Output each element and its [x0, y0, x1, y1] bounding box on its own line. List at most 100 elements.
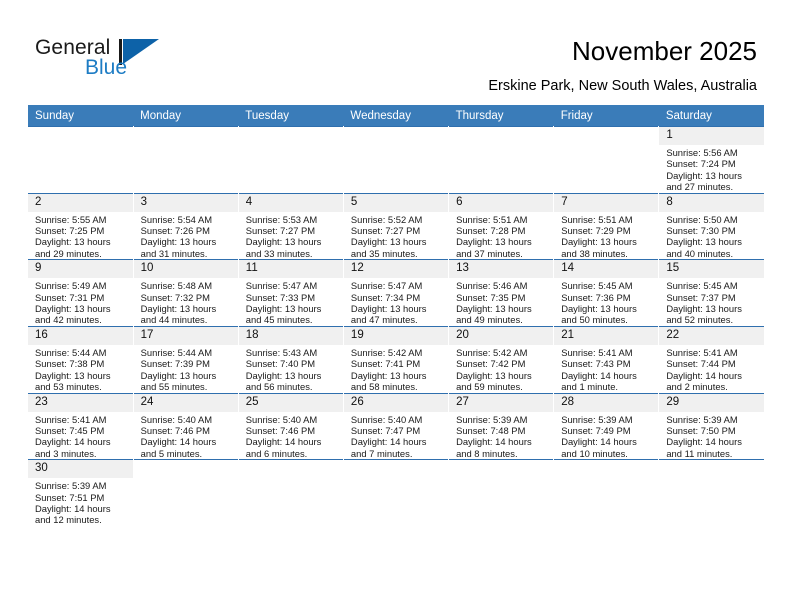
- calendar-day-cell[interactable]: 28 Sunrise: 5:39 AM Sunset: 7:49 PM Dayligh…: [553, 392, 660, 460]
- day-daylight-line1: Daylight: 13 hours: [350, 303, 427, 315]
- day-sun-info: Sunrise: 5:45 AM Sunset: 7:37 PM Daylight:…: [659, 278, 764, 326]
- calendar-day-cell-empty: [448, 126, 555, 194]
- calendar-week-row: 16 Sunrise: 5:44 AM Sunset: 7:38 PM Dayligh…: [28, 325, 764, 393]
- day-daylight-line1: Daylight: 13 hours: [245, 236, 322, 248]
- day-number: 13: [449, 260, 554, 279]
- day-sunset: Sunset: 7:35 PM: [456, 291, 526, 303]
- day-sunrise: Sunrise: 5:44 AM: [140, 346, 213, 358]
- weekday-header-thursday: Thursday: [448, 105, 554, 127]
- calendar-day-cell[interactable]: 7 Sunrise: 5:51 AM Sunset: 7:29 PM Daylight…: [553, 192, 660, 260]
- day-daylight-line2: and 37 minutes.: [456, 247, 523, 259]
- calendar-week-row: 23 Sunrise: 5:41 AM Sunset: 7:45 PM Dayligh…: [28, 392, 764, 460]
- calendar-day-cell-empty: [553, 126, 660, 194]
- day-sunrise: Sunrise: 5:45 AM: [666, 280, 738, 292]
- day-daylight-line2: and 45 minutes.: [245, 314, 313, 326]
- day-number: 7: [554, 193, 659, 212]
- calendar-week-row: 1 Sunrise: 5:56 AM Sunset: 7:24 PM Daylight…: [28, 126, 764, 194]
- day-number: 22: [659, 326, 764, 345]
- calendar-day-cell[interactable]: 21 Sunrise: 5:41 AM Sunset: 7:43 PM Dayligh…: [553, 325, 660, 393]
- calendar-day-cell[interactable]: 13 Sunrise: 5:46 AM Sunset: 7:35 PM Dayligh…: [448, 259, 555, 327]
- day-sun-info: Sunrise: 5:42 AM Sunset: 7:41 PM Daylight:…: [344, 345, 448, 393]
- calendar-day-cell[interactable]: 1 Sunrise: 5:56 AM Sunset: 7:24 PM Daylight…: [658, 126, 764, 194]
- calendar-day-cell[interactable]: 15 Sunrise: 5:45 AM Sunset: 7:37 PM Dayligh…: [658, 259, 764, 327]
- day-sun-info: Sunrise: 5:41 AM Sunset: 7:44 PM Daylight:…: [659, 345, 764, 393]
- calendar-day-cell[interactable]: 14 Sunrise: 5:45 AM Sunset: 7:36 PM Dayligh…: [553, 259, 660, 327]
- day-daylight-line1: Daylight: 13 hours: [456, 303, 532, 315]
- day-sunrise: Sunrise: 5:55 AM: [35, 213, 107, 225]
- calendar-day-cell[interactable]: 25 Sunrise: 5:40 AM Sunset: 7:46 PM Dayligh…: [238, 392, 344, 460]
- calendar-day-cell[interactable]: 9 Sunrise: 5:49 AM Sunset: 7:31 PM Daylight…: [28, 259, 134, 327]
- calendar-day-cell[interactable]: 27 Sunrise: 5:39 AM Sunset: 7:48 PM Dayligh…: [448, 392, 555, 460]
- day-daylight-line1: Daylight: 13 hours: [350, 236, 427, 248]
- calendar-day-cell[interactable]: 19 Sunrise: 5:42 AM Sunset: 7:41 PM Dayligh…: [343, 325, 450, 393]
- day-number: 12: [343, 260, 449, 279]
- calendar-day-cell[interactable]: 20 Sunrise: 5:42 AM Sunset: 7:42 PM Dayligh…: [448, 325, 555, 393]
- calendar-day-cell[interactable]: 8 Sunrise: 5:50 AM Sunset: 7:30 PM Daylight…: [658, 192, 764, 260]
- day-daylight-line2: and 49 minutes.: [456, 314, 523, 326]
- calendar-day-cell[interactable]: 10 Sunrise: 5:48 AM Sunset: 7:32 PM Dayligh…: [133, 259, 239, 327]
- calendar-day-cell[interactable]: 23 Sunrise: 5:41 AM Sunset: 7:45 PM Dayligh…: [28, 392, 134, 460]
- day-sun-info: Sunrise: 5:46 AM Sunset: 7:35 PM Daylight:…: [449, 278, 553, 326]
- day-daylight-line2: and 33 minutes.: [245, 247, 313, 259]
- calendar-week-row: 2 Sunrise: 5:55 AM Sunset: 7:25 PM Daylight…: [28, 192, 764, 260]
- day-sun-info: Sunrise: 5:48 AM Sunset: 7:32 PM Daylight:…: [134, 278, 238, 326]
- calendar-day-cell[interactable]: 6 Sunrise: 5:51 AM Sunset: 7:28 PM Daylight…: [448, 192, 555, 260]
- day-sun-info: Sunrise: 5:39 AM Sunset: 7:50 PM Daylight:…: [659, 412, 764, 460]
- calendar-day-cell[interactable]: 12 Sunrise: 5:47 AM Sunset: 7:34 PM Dayligh…: [343, 259, 450, 327]
- day-sun-info: Sunrise: 5:55 AM Sunset: 7:25 PM Daylight:…: [28, 212, 133, 260]
- day-daylight-line1: Daylight: 14 hours: [140, 436, 217, 448]
- day-sunset: Sunset: 7:25 PM: [35, 225, 105, 237]
- calendar-day-cell[interactable]: 2 Sunrise: 5:55 AM Sunset: 7:25 PM Daylight…: [28, 192, 134, 260]
- day-sunset: Sunset: 7:29 PM: [561, 225, 631, 237]
- calendar-day-cell-empty: [343, 459, 450, 526]
- calendar-day-cell[interactable]: 4 Sunrise: 5:53 AM Sunset: 7:27 PM Daylight…: [238, 192, 344, 260]
- day-sunset: Sunset: 7:32 PM: [140, 291, 210, 303]
- page-subtitle: Erskine Park, New South Wales, Australia: [488, 78, 757, 94]
- page-header: General Blue November 2025 Erskine Park,…: [0, 0, 792, 100]
- day-daylight-line2: and 2 minutes.: [666, 381, 728, 393]
- calendar-week-row: 30 Sunrise: 5:39 AM Sunset: 7:51 PM Dayligh…: [28, 459, 764, 526]
- calendar-day-cell[interactable]: 29 Sunrise: 5:39 AM Sunset: 7:50 PM Dayligh…: [658, 392, 764, 460]
- day-daylight-line1: Daylight: 14 hours: [35, 502, 111, 514]
- day-sunset: Sunset: 7:41 PM: [350, 358, 421, 370]
- day-daylight-line2: and 38 minutes.: [561, 247, 628, 259]
- weekday-header-wednesday: Wednesday: [343, 105, 449, 127]
- day-sunset: Sunset: 7:28 PM: [456, 225, 526, 237]
- calendar-day-cell[interactable]: 5 Sunrise: 5:52 AM Sunset: 7:27 PM Daylight…: [343, 192, 450, 260]
- day-sunset: Sunset: 7:44 PM: [666, 358, 736, 370]
- day-sunrise: Sunrise: 5:43 AM: [245, 346, 318, 358]
- calendar-day-cell[interactable]: 3 Sunrise: 5:54 AM Sunset: 7:26 PM Daylight…: [133, 192, 239, 260]
- day-daylight-line2: and 40 minutes.: [666, 247, 734, 259]
- calendar-day-cell[interactable]: 26 Sunrise: 5:40 AM Sunset: 7:47 PM Dayligh…: [343, 392, 450, 460]
- day-sunset: Sunset: 7:31 PM: [35, 291, 105, 303]
- day-sun-info: Sunrise: 5:41 AM Sunset: 7:45 PM Daylight:…: [28, 412, 133, 460]
- day-daylight-line2: and 53 minutes.: [35, 381, 102, 393]
- page-title: November 2025: [572, 36, 757, 66]
- day-daylight-line2: and 56 minutes.: [245, 381, 313, 393]
- day-daylight-line2: and 27 minutes.: [666, 181, 734, 193]
- day-sunset: Sunset: 7:40 PM: [245, 358, 316, 370]
- day-number: 23: [28, 393, 133, 412]
- day-sunrise: Sunrise: 5:47 AM: [245, 280, 318, 292]
- day-number: 26: [343, 393, 449, 412]
- day-sun-info: Sunrise: 5:42 AM Sunset: 7:42 PM Daylight:…: [449, 345, 553, 393]
- day-number: 29: [659, 393, 764, 412]
- day-daylight-line1: Daylight: 14 hours: [245, 436, 322, 448]
- calendar-day-cell[interactable]: 11 Sunrise: 5:47 AM Sunset: 7:33 PM Dayligh…: [238, 259, 344, 327]
- calendar-day-cell[interactable]: 17 Sunrise: 5:44 AM Sunset: 7:39 PM Dayligh…: [133, 325, 239, 393]
- calendar-day-cell[interactable]: 30 Sunrise: 5:39 AM Sunset: 7:51 PM Dayligh…: [28, 459, 134, 526]
- day-daylight-line2: and 1 minute.: [561, 381, 619, 393]
- day-sun-info: Sunrise: 5:52 AM Sunset: 7:27 PM Daylight:…: [344, 212, 448, 260]
- day-daylight-line1: Daylight: 13 hours: [666, 236, 742, 248]
- calendar-day-cell[interactable]: 24 Sunrise: 5:40 AM Sunset: 7:46 PM Dayligh…: [133, 392, 239, 460]
- day-sunrise: Sunrise: 5:39 AM: [666, 413, 738, 425]
- calendar-day-cell-empty: [28, 126, 134, 194]
- day-sun-info: Sunrise: 5:49 AM Sunset: 7:31 PM Daylight:…: [28, 278, 133, 326]
- day-sun-info: Sunrise: 5:45 AM Sunset: 7:36 PM Daylight:…: [554, 278, 658, 326]
- calendar-day-cell[interactable]: 18 Sunrise: 5:43 AM Sunset: 7:40 PM Dayligh…: [238, 325, 344, 393]
- day-sunrise: Sunrise: 5:39 AM: [456, 413, 528, 425]
- calendar-day-cell[interactable]: 22 Sunrise: 5:41 AM Sunset: 7:44 PM Dayligh…: [658, 325, 764, 393]
- day-sun-info: Sunrise: 5:53 AM Sunset: 7:27 PM Daylight:…: [239, 212, 343, 260]
- day-daylight-line1: Daylight: 13 hours: [666, 303, 742, 315]
- calendar-day-cell[interactable]: 16 Sunrise: 5:44 AM Sunset: 7:38 PM Dayligh…: [28, 325, 134, 393]
